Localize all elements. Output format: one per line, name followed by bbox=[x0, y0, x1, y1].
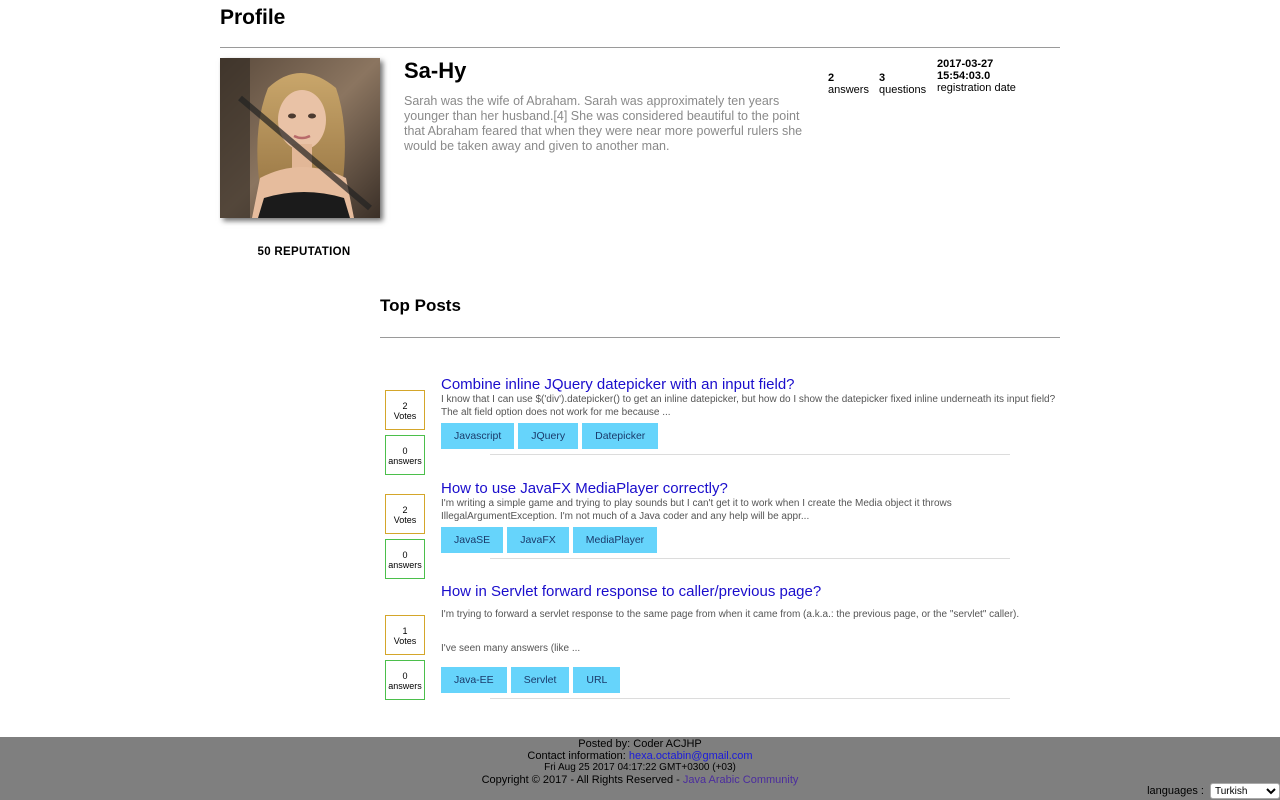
profile-page: Profile Sa-Hy Sarah was the wife of Abra… bbox=[0, 0, 1280, 800]
header-divider bbox=[220, 47, 1060, 48]
post-excerpt: I'm trying to forward a servlet response… bbox=[441, 609, 1020, 620]
answers-label: answers bbox=[388, 560, 422, 570]
languages-label: languages : bbox=[1147, 785, 1204, 797]
answers-badge: 0 answers bbox=[385, 539, 425, 579]
votes-count: 1 bbox=[402, 626, 408, 636]
answers-badge: 0 answers bbox=[385, 660, 425, 700]
answers-label: answers bbox=[388, 681, 422, 691]
footer-community-link[interactable]: Java Arabic Community bbox=[683, 774, 799, 786]
answers-label: answers bbox=[828, 84, 869, 96]
votes-label: Votes bbox=[393, 636, 417, 646]
tag-mediaplayer[interactable]: MediaPlayer bbox=[572, 527, 658, 553]
post-tags: Javascript JQuery Datepicker bbox=[441, 423, 659, 449]
post-title-link[interactable]: Combine inline JQuery datepicker with an… bbox=[441, 376, 795, 393]
post-excerpt: I'm writing a simple game and trying to … bbox=[441, 498, 952, 522]
top-posts-title: Top Posts bbox=[380, 296, 461, 315]
answers-count: 0 bbox=[402, 446, 408, 456]
footer-copyright: Copyright © 2017 - All Rights Reserved -… bbox=[0, 774, 1280, 786]
votes-count: 2 bbox=[402, 505, 408, 515]
footer-email-link[interactable]: hexa.octabin@gmail.com bbox=[629, 750, 753, 762]
votes-badge: 2 Votes bbox=[385, 390, 425, 430]
questions-stat: 3 questions bbox=[879, 72, 926, 96]
footer-contact: Contact information: hexa.octabin@gmail.… bbox=[0, 750, 1280, 762]
post-tags: Java-EE Servlet URL bbox=[441, 667, 621, 693]
answers-label: answers bbox=[388, 456, 422, 466]
answers-stat: 2 answers bbox=[828, 72, 869, 96]
top-posts-divider bbox=[380, 337, 1060, 338]
page-title: Profile bbox=[220, 6, 286, 29]
registration-label: registration date bbox=[937, 82, 1016, 94]
questions-count: 3 bbox=[879, 72, 886, 84]
votes-label: Votes bbox=[393, 411, 417, 421]
profile-username: Sa-Hy bbox=[404, 58, 467, 83]
footer-copyright-text: Copyright © 2017 - All Rights Reserved - bbox=[481, 774, 680, 786]
answers-badge: 0 answers bbox=[385, 435, 425, 475]
post-divider bbox=[490, 698, 1010, 699]
profile-bio: Sarah was the wife of Abraham. Sarah was… bbox=[404, 94, 803, 153]
votes-count: 2 bbox=[402, 401, 408, 411]
profile-avatar bbox=[220, 58, 380, 218]
tag-javafx[interactable]: JavaFX bbox=[507, 527, 569, 553]
page-footer: Posted by: Coder ACJHP Contact informati… bbox=[0, 737, 1280, 800]
language-select[interactable]: Turkish bbox=[1210, 783, 1280, 799]
tag-url[interactable]: URL bbox=[573, 667, 621, 693]
avatar-photo-icon bbox=[220, 58, 380, 218]
post-excerpt-continued: I've seen many answers (like ... bbox=[441, 643, 581, 654]
tag-javase[interactable]: JavaSE bbox=[441, 527, 504, 553]
tag-javascript[interactable]: Javascript bbox=[441, 423, 515, 449]
tag-servlet[interactable]: Servlet bbox=[510, 667, 570, 693]
registration-info: 2017-03-27 15:54:03.0 registration date bbox=[937, 58, 1017, 94]
registration-date: 2017-03-27 15:54:03.0 bbox=[937, 58, 994, 82]
post-title-link[interactable]: How to use JavaFX MediaPlayer correctly? bbox=[441, 480, 728, 497]
post-excerpt: I know that I can use $('div').datepicke… bbox=[441, 394, 1056, 418]
post-divider bbox=[490, 558, 1010, 559]
post-divider bbox=[490, 454, 1010, 455]
tag-java-ee[interactable]: Java-EE bbox=[441, 667, 507, 693]
tag-jquery[interactable]: JQuery bbox=[518, 423, 579, 449]
language-selector: languages : Turkish bbox=[1147, 783, 1280, 799]
answers-count: 2 bbox=[828, 72, 835, 84]
post-tags: JavaSE JavaFX MediaPlayer bbox=[441, 527, 658, 553]
tag-datepicker[interactable]: Datepicker bbox=[582, 423, 659, 449]
questions-label: questions bbox=[879, 84, 927, 96]
votes-badge: 1 Votes bbox=[385, 615, 425, 655]
votes-label: Votes bbox=[393, 515, 417, 525]
reputation-score: 50 REPUTATION bbox=[257, 246, 351, 258]
post-title-link[interactable]: How in Servlet forward response to calle… bbox=[441, 583, 821, 600]
footer-datetime: Fri Aug 25 2017 04:17:22 GMT+0300 (+03) bbox=[544, 762, 736, 773]
answers-count: 0 bbox=[402, 550, 408, 560]
votes-badge: 2 Votes bbox=[385, 494, 425, 534]
answers-count: 0 bbox=[402, 671, 408, 681]
footer-posted-by: Posted by: Coder ACJHP bbox=[578, 738, 702, 750]
footer-contact-label: Contact information: bbox=[527, 750, 626, 762]
